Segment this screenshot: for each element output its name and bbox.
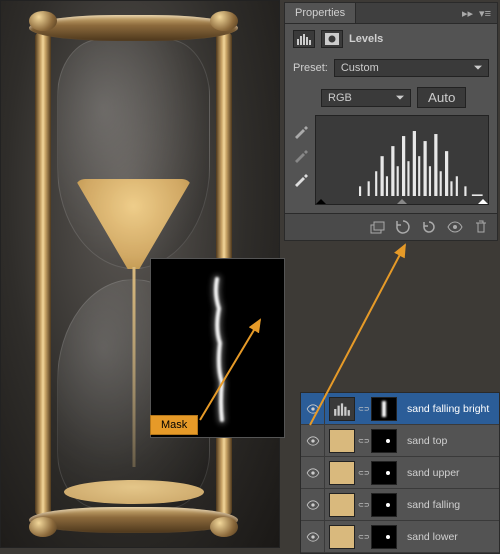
link-icon[interactable]: ⊂⊃	[358, 405, 368, 413]
layer-row[interactable]: ⊂⊃ sand top	[301, 425, 499, 457]
layer-mask-thumb[interactable]	[371, 429, 397, 453]
visibility-eye-icon[interactable]	[447, 219, 463, 235]
gray-point-eyedropper-icon[interactable]	[293, 147, 309, 163]
link-icon[interactable]: ⊂⊃	[358, 437, 368, 445]
layer-mask-thumb[interactable]	[371, 461, 397, 485]
link-icon[interactable]: ⊂⊃	[358, 533, 368, 541]
levels-adjustment-icon[interactable]	[293, 30, 315, 48]
layer-name-label[interactable]: sand lower	[401, 531, 499, 543]
mask-detail-inset	[150, 258, 285, 438]
layer-name-label[interactable]: sand top	[401, 435, 499, 447]
layer-mask-thumb[interactable]	[371, 525, 397, 549]
layer-visibility-eye-icon[interactable]	[301, 489, 325, 520]
layer-row[interactable]: ⊂⊃ sand upper	[301, 457, 499, 489]
mask-mode-icon[interactable]	[321, 30, 343, 48]
layer-thumb[interactable]	[329, 429, 355, 453]
midtones-input-slider[interactable]	[397, 194, 407, 204]
layer-thumb[interactable]	[329, 493, 355, 517]
layer-visibility-eye-icon[interactable]	[301, 521, 325, 552]
channel-dropdown[interactable]: RGB	[321, 89, 411, 107]
white-point-eyedropper-icon[interactable]	[293, 171, 309, 187]
reset-icon[interactable]	[421, 219, 437, 235]
collapse-icon[interactable]: ▸▸	[462, 7, 473, 20]
layer-name-label[interactable]: sand falling	[401, 499, 499, 511]
auto-button[interactable]: Auto	[417, 87, 466, 108]
view-previous-state-icon[interactable]	[395, 219, 411, 235]
shadows-input-slider[interactable]	[316, 194, 326, 204]
layer-row[interactable]: ⊂⊃ sand falling	[301, 489, 499, 521]
delete-trash-icon[interactable]	[473, 219, 489, 235]
layer-row[interactable]: ⊂⊃ sand lower	[301, 521, 499, 553]
adjustment-thumb-icon[interactable]	[329, 397, 355, 421]
black-point-eyedropper-icon[interactable]	[293, 123, 309, 139]
panel-menu-icon[interactable]: ▾≡	[479, 7, 491, 20]
layer-thumb[interactable]	[329, 525, 355, 549]
layer-thumb[interactable]	[329, 461, 355, 485]
histogram-display[interactable]	[315, 115, 489, 205]
adjustment-type-label: Levels	[349, 33, 383, 45]
preset-label: Preset:	[293, 62, 328, 74]
link-icon[interactable]: ⊂⊃	[358, 469, 368, 477]
layer-visibility-eye-icon[interactable]	[301, 425, 325, 456]
layer-mask-thumb[interactable]	[371, 493, 397, 517]
mask-annotation-label: Mask	[150, 415, 198, 435]
layer-visibility-eye-icon[interactable]	[301, 393, 325, 424]
clip-to-layer-icon[interactable]	[369, 219, 385, 235]
preset-dropdown[interactable]: Custom	[334, 59, 489, 77]
layer-visibility-eye-icon[interactable]	[301, 457, 325, 488]
properties-panel: Properties ▸▸ ▾≡ Levels Preset: Custom R…	[284, 2, 498, 241]
highlights-input-slider[interactable]	[478, 194, 488, 204]
layer-mask-thumb[interactable]	[371, 397, 397, 421]
layer-name-label[interactable]: sand upper	[401, 467, 499, 479]
layers-panel: ⊂⊃ sand falling bright ⊂⊃ sand top ⊂⊃ sand up…	[300, 392, 500, 554]
layer-name-label[interactable]: sand falling bright	[401, 403, 499, 415]
layer-row[interactable]: ⊂⊃ sand falling bright	[301, 393, 499, 425]
link-icon[interactable]: ⊂⊃	[358, 501, 368, 509]
properties-tab[interactable]: Properties	[285, 3, 356, 23]
